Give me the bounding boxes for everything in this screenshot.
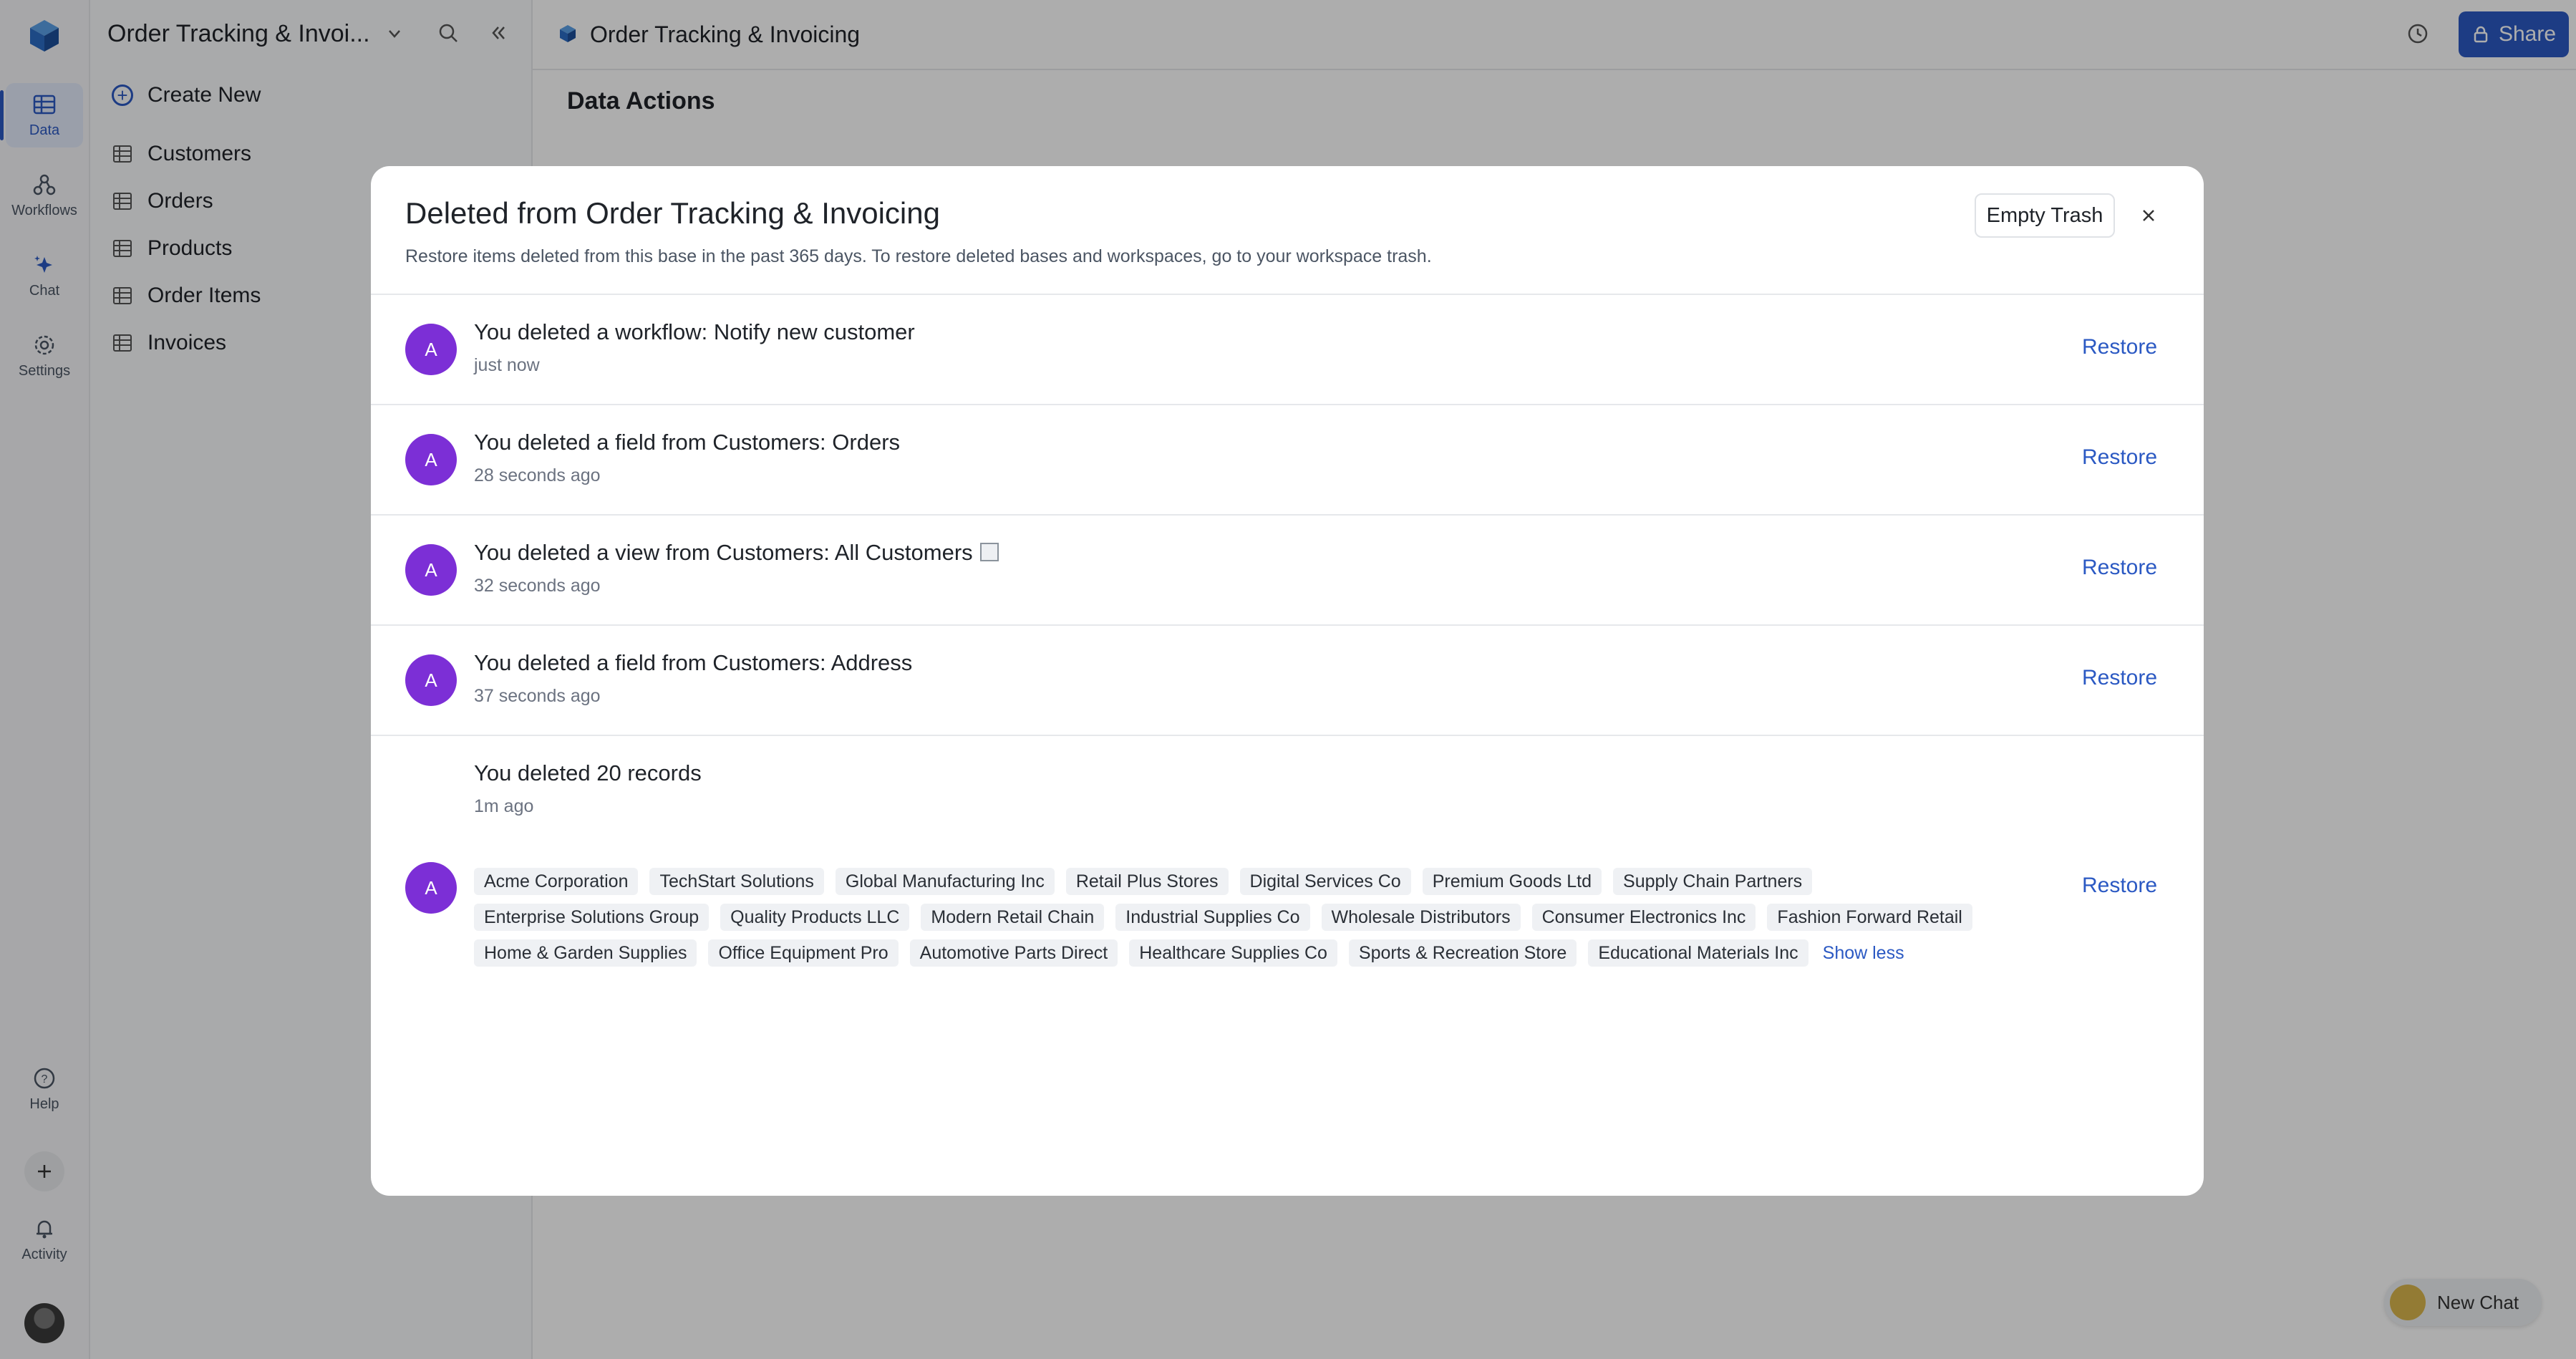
trash-item-title: You deleted a field from Customers: Addr… [474, 650, 913, 675]
record-tag: Fashion Forward Retail [1767, 904, 1972, 931]
record-tag: Office Equipment Pro [708, 939, 899, 967]
trash-item-time: 37 seconds ago [474, 686, 601, 706]
record-tag: Global Manufacturing Inc [835, 868, 1055, 895]
trash-item-time: 1m ago [474, 796, 534, 816]
user-avatar: A [405, 544, 457, 596]
trash-item: A You deleted a view from Customers: All… [371, 516, 2204, 624]
record-tag: Automotive Parts Direct [909, 939, 1118, 967]
grid-view-icon [979, 543, 999, 561]
trash-item: A You deleted a field from Customers: Ad… [371, 626, 2204, 735]
trash-item-title: You deleted a workflow: Notify new custo… [474, 319, 915, 344]
record-tag: Acme Corporation [474, 868, 639, 895]
record-tag: Digital Services Co [1239, 868, 1411, 895]
record-tag: Quality Products LLC [720, 904, 910, 931]
record-tag: Home & Garden Supplies [474, 939, 697, 967]
record-tag: Enterprise Solutions Group [474, 904, 710, 931]
empty-trash-button[interactable]: Empty Trash [1975, 193, 2115, 238]
record-tag: TechStart Solutions [649, 868, 824, 895]
trash-item-title: You deleted 20 records [474, 760, 702, 785]
restore-button[interactable]: Restore [2082, 874, 2157, 898]
trash-item-records: A You deleted 20 records 1m ago Acme Cor… [371, 736, 2204, 972]
dialog-subtitle: Restore items deleted from this base in … [405, 246, 1432, 266]
trash-item-title: You deleted a field from Customers: Orde… [474, 430, 901, 455]
trash-item-time: 28 seconds ago [474, 465, 601, 485]
trash-item: A You deleted a workflow: Notify new cus… [371, 295, 2204, 404]
user-avatar: A [405, 862, 457, 914]
show-less-link[interactable]: Show less [1820, 939, 1907, 967]
close-icon[interactable] [2136, 203, 2161, 228]
user-avatar: A [405, 324, 457, 375]
trash-item-time: 32 seconds ago [474, 576, 601, 596]
trash-item-title-wrap: You deleted a view from Customers: All C… [474, 540, 999, 566]
record-tag: Educational Materials Inc [1588, 939, 1808, 967]
trash-item: A You deleted a field from Customers: Or… [371, 405, 2204, 514]
trash-dialog: Deleted from Order Tracking & Invoicing … [371, 166, 2204, 1196]
restore-button[interactable]: Restore [2082, 556, 2157, 580]
record-tag: Modern Retail Chain [921, 904, 1105, 931]
record-tag: Consumer Electronics Inc [1531, 904, 1756, 931]
restore-button[interactable]: Restore [2082, 445, 2157, 470]
record-tag: Premium Goods Ltd [1422, 868, 1602, 895]
restore-button[interactable]: Restore [2082, 335, 2157, 359]
user-avatar: A [405, 654, 457, 706]
record-tag: Supply Chain Partners [1613, 868, 1813, 895]
record-tag: Industrial Supplies Co [1115, 904, 1310, 931]
record-tag-list: Acme Corporation TechStart Solutions Globa… [474, 868, 1992, 967]
record-tag: Sports & Recreation Store [1348, 939, 1577, 967]
dialog-title: Deleted from Order Tracking & Invoicing [405, 196, 940, 230]
record-tag: Wholesale Distributors [1321, 904, 1521, 931]
record-tag: Healthcare Supplies Co [1129, 939, 1337, 967]
restore-button[interactable]: Restore [2082, 666, 2157, 690]
record-tag: Retail Plus Stores [1065, 868, 1229, 895]
user-avatar: A [405, 434, 457, 485]
trash-item-title: You deleted a view from Customers: All C… [474, 540, 973, 565]
trash-item-time: just now [474, 355, 540, 375]
